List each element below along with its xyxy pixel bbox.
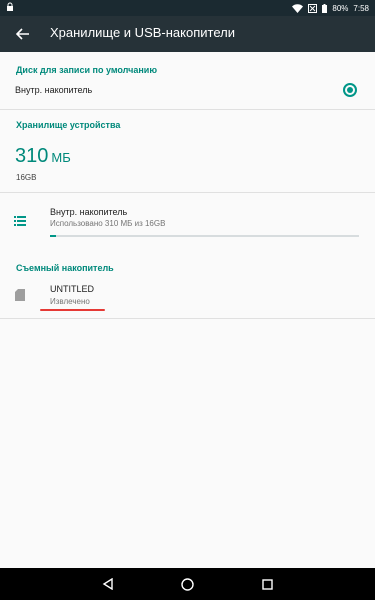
battery-icon	[322, 3, 328, 13]
signal-icon	[308, 3, 318, 13]
back-button[interactable]	[12, 23, 34, 45]
removable-storage-status: Извлечено	[50, 297, 90, 306]
storage-progress-bar	[50, 235, 359, 237]
removable-storage-header: Съемный накопитель	[16, 263, 114, 273]
divider	[0, 109, 375, 110]
used-storage-summary: 310 МБ	[15, 145, 71, 168]
nav-home-button[interactable]	[179, 576, 195, 592]
default-disk-option[interactable]: Внутр. накопитель	[0, 76, 375, 104]
nav-back-button[interactable]	[100, 576, 116, 592]
back-triangle-icon	[102, 578, 113, 590]
sd-card-icon	[15, 289, 25, 301]
navigation-bar	[0, 568, 375, 600]
internal-storage-title: Внутр. накопитель	[50, 207, 128, 217]
storage-list-icon	[14, 216, 26, 226]
annotation-underline	[40, 309, 105, 311]
internal-storage-usage: Использовано 310 МБ из 16GB	[50, 219, 166, 228]
status-bar: 80% 7:58	[0, 0, 375, 16]
battery-percentage: 80%	[332, 3, 349, 13]
device-storage-header: Хранилище устройства	[16, 120, 121, 130]
used-storage-unit: МБ	[51, 150, 71, 165]
total-storage: 16GB	[16, 173, 37, 182]
lock-icon	[7, 2, 13, 11]
used-storage-value: 310	[15, 145, 49, 167]
clock: 7:58	[353, 3, 369, 13]
wifi-icon	[292, 3, 304, 13]
app-toolbar: Хранилище и USB-накопители	[0, 16, 375, 52]
default-disk-header: Диск для записи по умолчанию	[16, 65, 158, 75]
nav-recents-button[interactable]	[259, 576, 275, 592]
page-title: Хранилище и USB-накопители	[50, 25, 235, 40]
default-disk-radio[interactable]	[343, 83, 357, 97]
storage-progress-fill	[50, 235, 57, 237]
removable-storage-title: UNTITLED	[50, 284, 95, 294]
home-circle-icon	[180, 577, 194, 591]
divider	[0, 318, 375, 319]
default-disk-label: Внутр. накопитель	[15, 85, 93, 95]
back-arrow-icon	[16, 28, 29, 40]
recents-square-icon	[261, 578, 273, 590]
